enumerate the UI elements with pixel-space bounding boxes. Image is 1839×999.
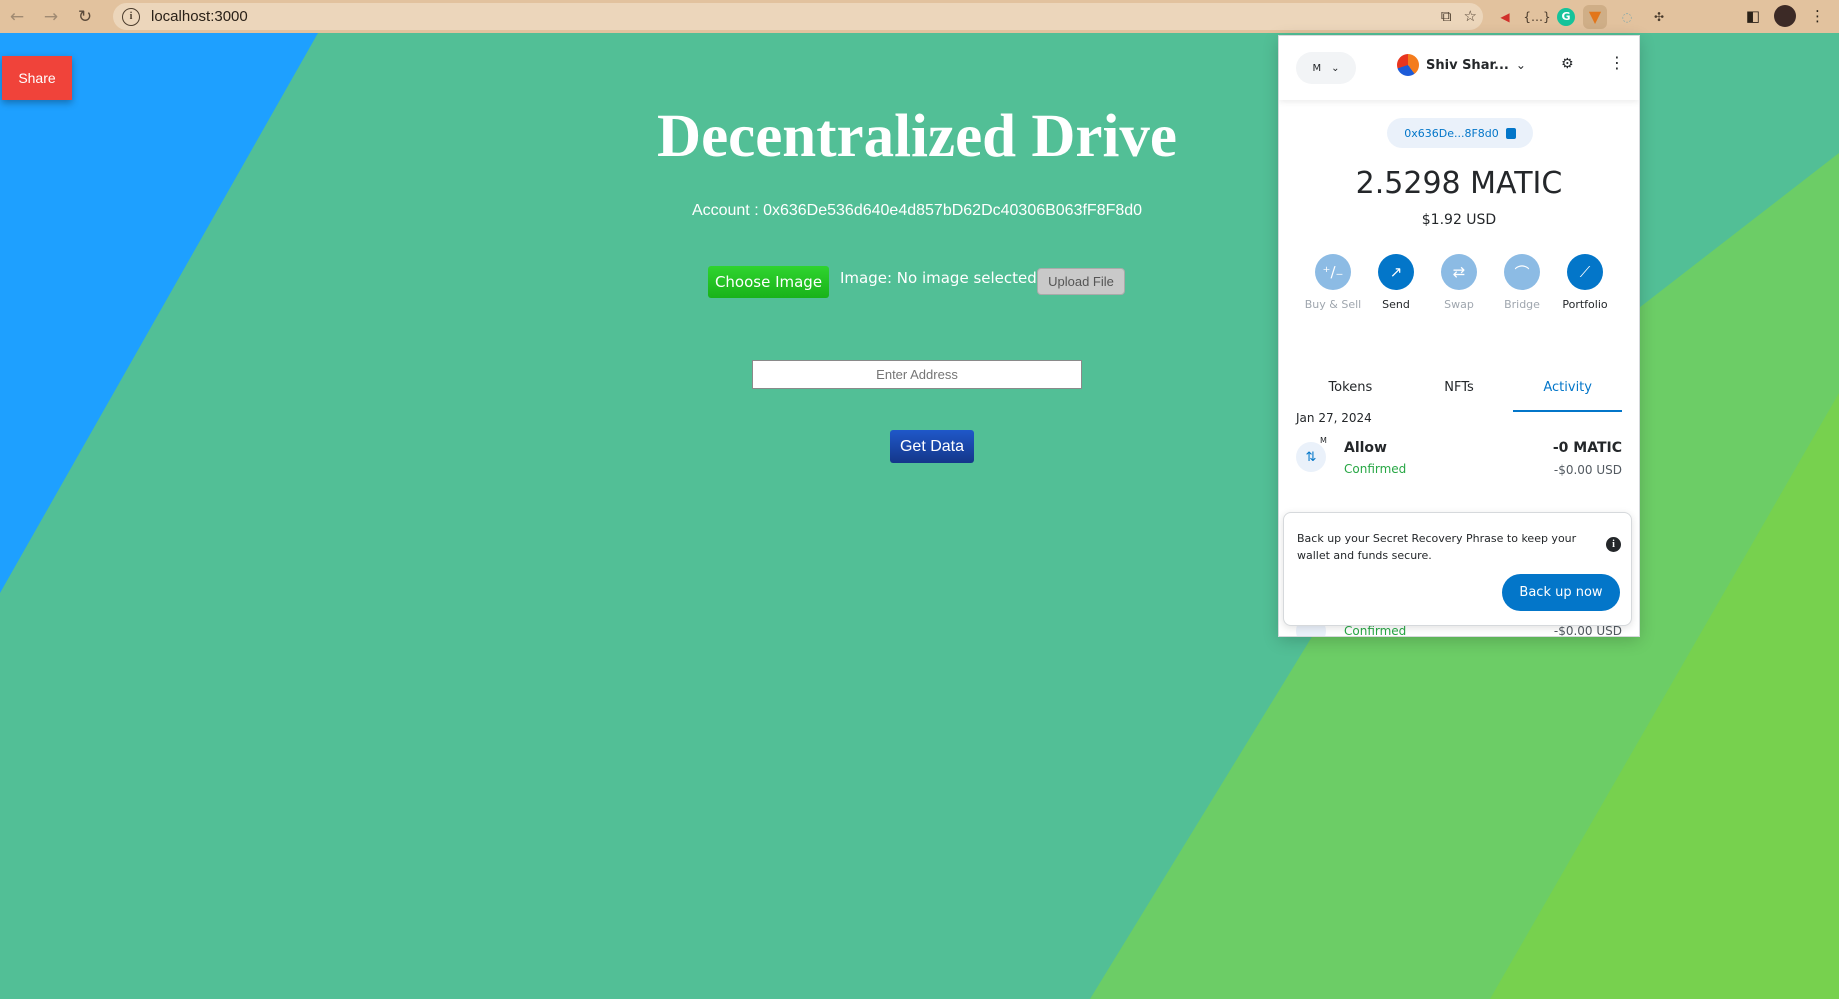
extensions-row: ◀ {…} G ▼ ◌ ✣ — [1493, 3, 1671, 30]
transaction-status: Confirmed — [1344, 462, 1407, 476]
tab-tokens[interactable]: Tokens — [1296, 376, 1405, 412]
connected-sites-icon[interactable]: ⚙ — [1561, 56, 1574, 72]
tab-activity[interactable]: Activity — [1513, 376, 1623, 412]
metamask-extension-icon[interactable]: ▼ — [1583, 4, 1607, 29]
kebab-menu-icon[interactable]: ⋮ — [1609, 53, 1625, 72]
metamask-header: M ⌄ Shiv Shar... ⌄ ⚙ ⋮ — [1279, 36, 1639, 100]
tab-nfts[interactable]: NFTs — [1405, 376, 1514, 412]
reload-icon[interactable]: ↻ — [68, 0, 102, 33]
send-arrow-icon: ↗ — [1378, 254, 1414, 290]
token-balance: 2.5298 MATIC — [1355, 166, 1563, 201]
action-label: Bridge — [1504, 298, 1540, 311]
share-button[interactable]: Share — [2, 56, 72, 100]
chevron-down-icon: ⌄ — [1515, 58, 1526, 72]
image-status-text: Image: No image selected — [840, 269, 1037, 287]
portfolio-button[interactable]: ⟋ Portfolio — [1555, 254, 1615, 311]
copy-address-button[interactable]: 0x636De...8F8d0 — [1387, 118, 1533, 148]
activity-row[interactable]: ⇅ M Allow Confirmed -0 MATIC -$0.00 USD — [1296, 436, 1622, 486]
back-arrow-icon[interactable]: ← — [0, 0, 34, 33]
chart-icon: ⟋ — [1567, 254, 1603, 290]
puzzle-extensions-icon[interactable]: ✣ — [1647, 5, 1671, 29]
transaction-amount: -0 MATIC — [1552, 440, 1622, 456]
wallet-actions: ⁺∕₋ Buy & Sell ↗ Send ⇄ Swap ⌒ Bridge ⟋ … — [1303, 254, 1615, 311]
activity-date: Jan 27, 2024 — [1296, 411, 1372, 425]
star-icon[interactable]: ☆ — [1464, 7, 1477, 25]
action-label: Buy & Sell — [1304, 298, 1362, 311]
swap-button[interactable]: ⇄ Swap — [1429, 254, 1489, 311]
json-viewer-extension-icon[interactable]: {…} — [1523, 5, 1550, 29]
install-app-icon[interactable]: ⧉ — [1441, 7, 1452, 25]
network-initial: M — [1312, 62, 1322, 74]
bridge-button[interactable]: ⌒ Bridge — [1492, 254, 1552, 311]
choose-image-button[interactable]: Choose Image — [708, 266, 829, 298]
backup-message: Back up your Secret Recovery Phrase to k… — [1297, 532, 1577, 562]
action-label: Swap — [1444, 298, 1474, 311]
side-panel-icon[interactable]: ◧ — [1746, 7, 1760, 25]
copy-icon — [1505, 127, 1516, 139]
browser-toolbar: ← → ↻ i localhost:3000 ⧉ ☆ ◀ {…} G ▼ ◌ ✣… — [0, 0, 1839, 33]
swap-arrows-icon: ⇅ — [1296, 442, 1326, 472]
wallet-tabs: Tokens NFTs Activity — [1296, 376, 1623, 412]
network-picker[interactable]: M ⌄ — [1296, 52, 1356, 84]
ghost-extension-icon[interactable]: ◌ — [1615, 5, 1639, 29]
account-menu[interactable]: Shiv Shar... ⌄ — [1397, 54, 1526, 76]
swap-arrows-icon: ⇄ — [1441, 254, 1477, 290]
transaction-fiat: -$0.00 USD — [1553, 463, 1622, 477]
network-badge: M — [1320, 436, 1327, 445]
send-button[interactable]: ↗ Send — [1366, 254, 1426, 311]
bridge-icon: ⌒ — [1504, 254, 1540, 290]
backup-banner: Back up your Secret Recovery Phrase to k… — [1283, 512, 1632, 626]
account-avatar-icon — [1397, 54, 1419, 76]
chevron-down-icon: ⌄ — [1331, 62, 1340, 74]
grammarly-extension-icon[interactable]: G — [1557, 7, 1575, 26]
action-label: Portfolio — [1562, 298, 1608, 311]
url-text[interactable]: localhost:3000 — [151, 8, 248, 25]
transaction-title: Allow — [1344, 440, 1387, 456]
announcement-extension-icon[interactable]: ◀ — [1493, 5, 1517, 29]
upload-file-button[interactable]: Upload File — [1037, 268, 1125, 295]
browser-menu-icon[interactable]: ⋮ — [1810, 7, 1825, 25]
back-up-now-button[interactable]: Back up now — [1502, 574, 1620, 611]
address-input[interactable] — [752, 360, 1082, 389]
forward-arrow-icon[interactable]: → — [34, 0, 68, 33]
address-short: 0x636De...8F8d0 — [1404, 126, 1499, 140]
profile-avatar[interactable] — [1774, 5, 1796, 27]
get-data-button[interactable]: Get Data — [890, 430, 974, 463]
site-info-icon[interactable]: i — [122, 7, 140, 26]
account-name: Shiv Shar... — [1426, 57, 1509, 73]
address-bar[interactable]: i localhost:3000 ⧉ ☆ — [113, 3, 1483, 30]
info-icon[interactable]: i — [1606, 537, 1621, 552]
metamask-popup: M ⌄ Shiv Shar... ⌄ ⚙ ⋮ 0x636De...8F8d0 2… — [1279, 36, 1639, 636]
buy-sell-button[interactable]: ⁺∕₋ Buy & Sell — [1303, 254, 1363, 311]
action-label: Send — [1382, 298, 1410, 311]
fiat-balance: $1.92 USD — [1421, 212, 1497, 228]
plus-minus-icon: ⁺∕₋ — [1315, 254, 1351, 290]
